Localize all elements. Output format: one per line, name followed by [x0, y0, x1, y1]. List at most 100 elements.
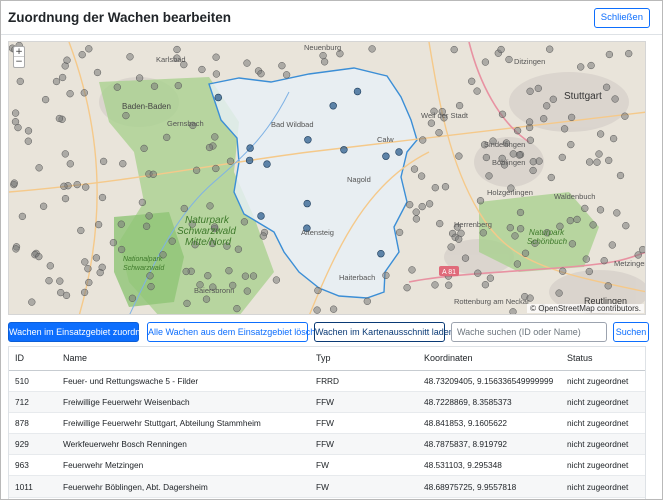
station-marker[interactable] — [45, 277, 53, 285]
column-header-id[interactable]: ID — [9, 347, 57, 371]
station-marker-assigned[interactable] — [377, 250, 385, 258]
station-marker[interactable] — [485, 172, 493, 180]
station-marker[interactable] — [272, 276, 281, 284]
station-marker[interactable] — [249, 272, 258, 280]
station-marker[interactable] — [119, 160, 127, 168]
station-marker[interactable] — [39, 202, 48, 210]
station-marker[interactable] — [549, 95, 557, 103]
station-marker[interactable] — [122, 111, 130, 120]
station-marker[interactable] — [319, 51, 327, 60]
station-marker[interactable] — [529, 158, 537, 166]
station-marker[interactable] — [140, 144, 148, 153]
station-marker-assigned[interactable] — [214, 93, 223, 102]
column-header-name[interactable]: Name — [57, 347, 310, 371]
station-marker[interactable] — [183, 299, 191, 308]
station-marker[interactable] — [479, 229, 487, 237]
station-marker[interactable] — [474, 269, 482, 277]
station-marker-assigned[interactable] — [263, 160, 271, 168]
station-marker[interactable] — [476, 197, 485, 205]
station-marker[interactable] — [634, 251, 642, 259]
station-marker[interactable] — [66, 90, 74, 98]
station-marker[interactable] — [56, 277, 64, 285]
station-marker[interactable] — [145, 212, 153, 220]
station-marker-assigned[interactable] — [246, 144, 254, 152]
station-marker[interactable] — [206, 202, 214, 210]
station-marker[interactable] — [516, 208, 525, 217]
table-row[interactable]: 1011 Feuerwehr Böblingen, Abt. Dagershei… — [9, 475, 645, 498]
station-marker[interactable] — [639, 245, 646, 254]
station-search-input[interactable] — [451, 322, 607, 342]
station-marker[interactable] — [163, 133, 171, 142]
station-marker[interactable] — [547, 173, 555, 182]
station-marker[interactable] — [84, 265, 92, 273]
station-marker[interactable] — [436, 219, 444, 228]
station-marker[interactable] — [11, 109, 20, 117]
station-marker[interactable] — [516, 225, 525, 233]
station-marker[interactable] — [117, 245, 126, 254]
station-marker[interactable] — [368, 45, 376, 53]
station-marker[interactable] — [35, 164, 43, 172]
zoom-in-button[interactable]: + — [14, 47, 24, 57]
station-marker[interactable] — [382, 271, 390, 280]
station-marker[interactable] — [406, 201, 414, 209]
station-marker[interactable] — [513, 127, 522, 135]
zoom-out-button[interactable]: − — [14, 57, 24, 67]
station-marker[interactable] — [212, 164, 220, 173]
station-marker[interactable] — [135, 74, 144, 82]
station-marker[interactable] — [431, 281, 439, 289]
close-button[interactable]: Schließen — [593, 8, 650, 28]
station-marker[interactable] — [313, 306, 321, 314]
station-marker[interactable] — [363, 297, 371, 305]
assign-stations-button[interactable]: Wachen im Einsatzgebiet zuordnen — [8, 322, 150, 342]
station-marker-assigned[interactable] — [340, 146, 348, 154]
station-marker[interactable] — [66, 160, 74, 168]
station-marker[interactable] — [605, 156, 613, 165]
station-marker[interactable] — [192, 166, 201, 174]
station-marker[interactable] — [57, 288, 65, 297]
station-marker[interactable] — [16, 77, 24, 86]
station-marker[interactable] — [412, 208, 420, 216]
station-marker-assigned[interactable] — [382, 152, 390, 160]
station-marker[interactable] — [600, 257, 608, 265]
station-marker[interactable] — [35, 252, 43, 261]
station-marker[interactable] — [198, 65, 206, 74]
station-marker[interactable] — [202, 295, 211, 303]
station-marker[interactable] — [211, 133, 219, 141]
station-marker[interactable] — [28, 298, 36, 306]
station-marker[interactable] — [525, 118, 534, 126]
station-marker[interactable] — [147, 282, 155, 291]
station-marker[interactable] — [204, 272, 212, 280]
table-row[interactable]: 878 Freiwillige Feuerwehr Stuttgart, Abt… — [9, 412, 645, 435]
station-marker[interactable] — [461, 254, 470, 262]
station-marker[interactable] — [412, 215, 421, 223]
station-marker[interactable] — [46, 262, 54, 270]
station-marker[interactable] — [455, 235, 463, 243]
station-marker[interactable] — [441, 183, 450, 191]
station-marker[interactable] — [61, 194, 70, 203]
station-marker[interactable] — [596, 206, 605, 214]
station-marker[interactable] — [621, 112, 629, 120]
station-marker[interactable] — [455, 152, 463, 160]
station-marker[interactable] — [329, 305, 338, 313]
station-marker[interactable] — [314, 286, 322, 295]
station-marker[interactable] — [149, 170, 157, 178]
station-marker[interactable] — [513, 260, 522, 268]
column-header-typ[interactable]: Typ — [310, 347, 418, 371]
station-marker[interactable] — [581, 204, 589, 213]
station-marker[interactable] — [99, 157, 108, 166]
station-marker[interactable] — [92, 254, 101, 262]
station-marker[interactable] — [18, 212, 27, 221]
station-marker[interactable] — [602, 83, 611, 91]
station-marker[interactable] — [395, 228, 404, 237]
station-marker[interactable] — [450, 45, 458, 54]
station-marker[interactable] — [593, 158, 601, 166]
column-header-koordinaten[interactable]: Koordinaten — [418, 347, 561, 371]
table-row[interactable]: 510 Feuer- und Rettungswache 5 - Filder … — [9, 370, 645, 392]
station-marker[interactable] — [98, 193, 107, 202]
station-marker-assigned[interactable] — [304, 136, 312, 144]
delete-all-stations-button[interactable]: Alle Wachen aus dem Einsatzgebiet lösche… — [147, 322, 325, 342]
station-marker[interactable] — [497, 45, 505, 54]
station-marker[interactable] — [431, 184, 439, 192]
station-marker[interactable] — [526, 136, 535, 144]
station-marker[interactable] — [625, 49, 633, 58]
